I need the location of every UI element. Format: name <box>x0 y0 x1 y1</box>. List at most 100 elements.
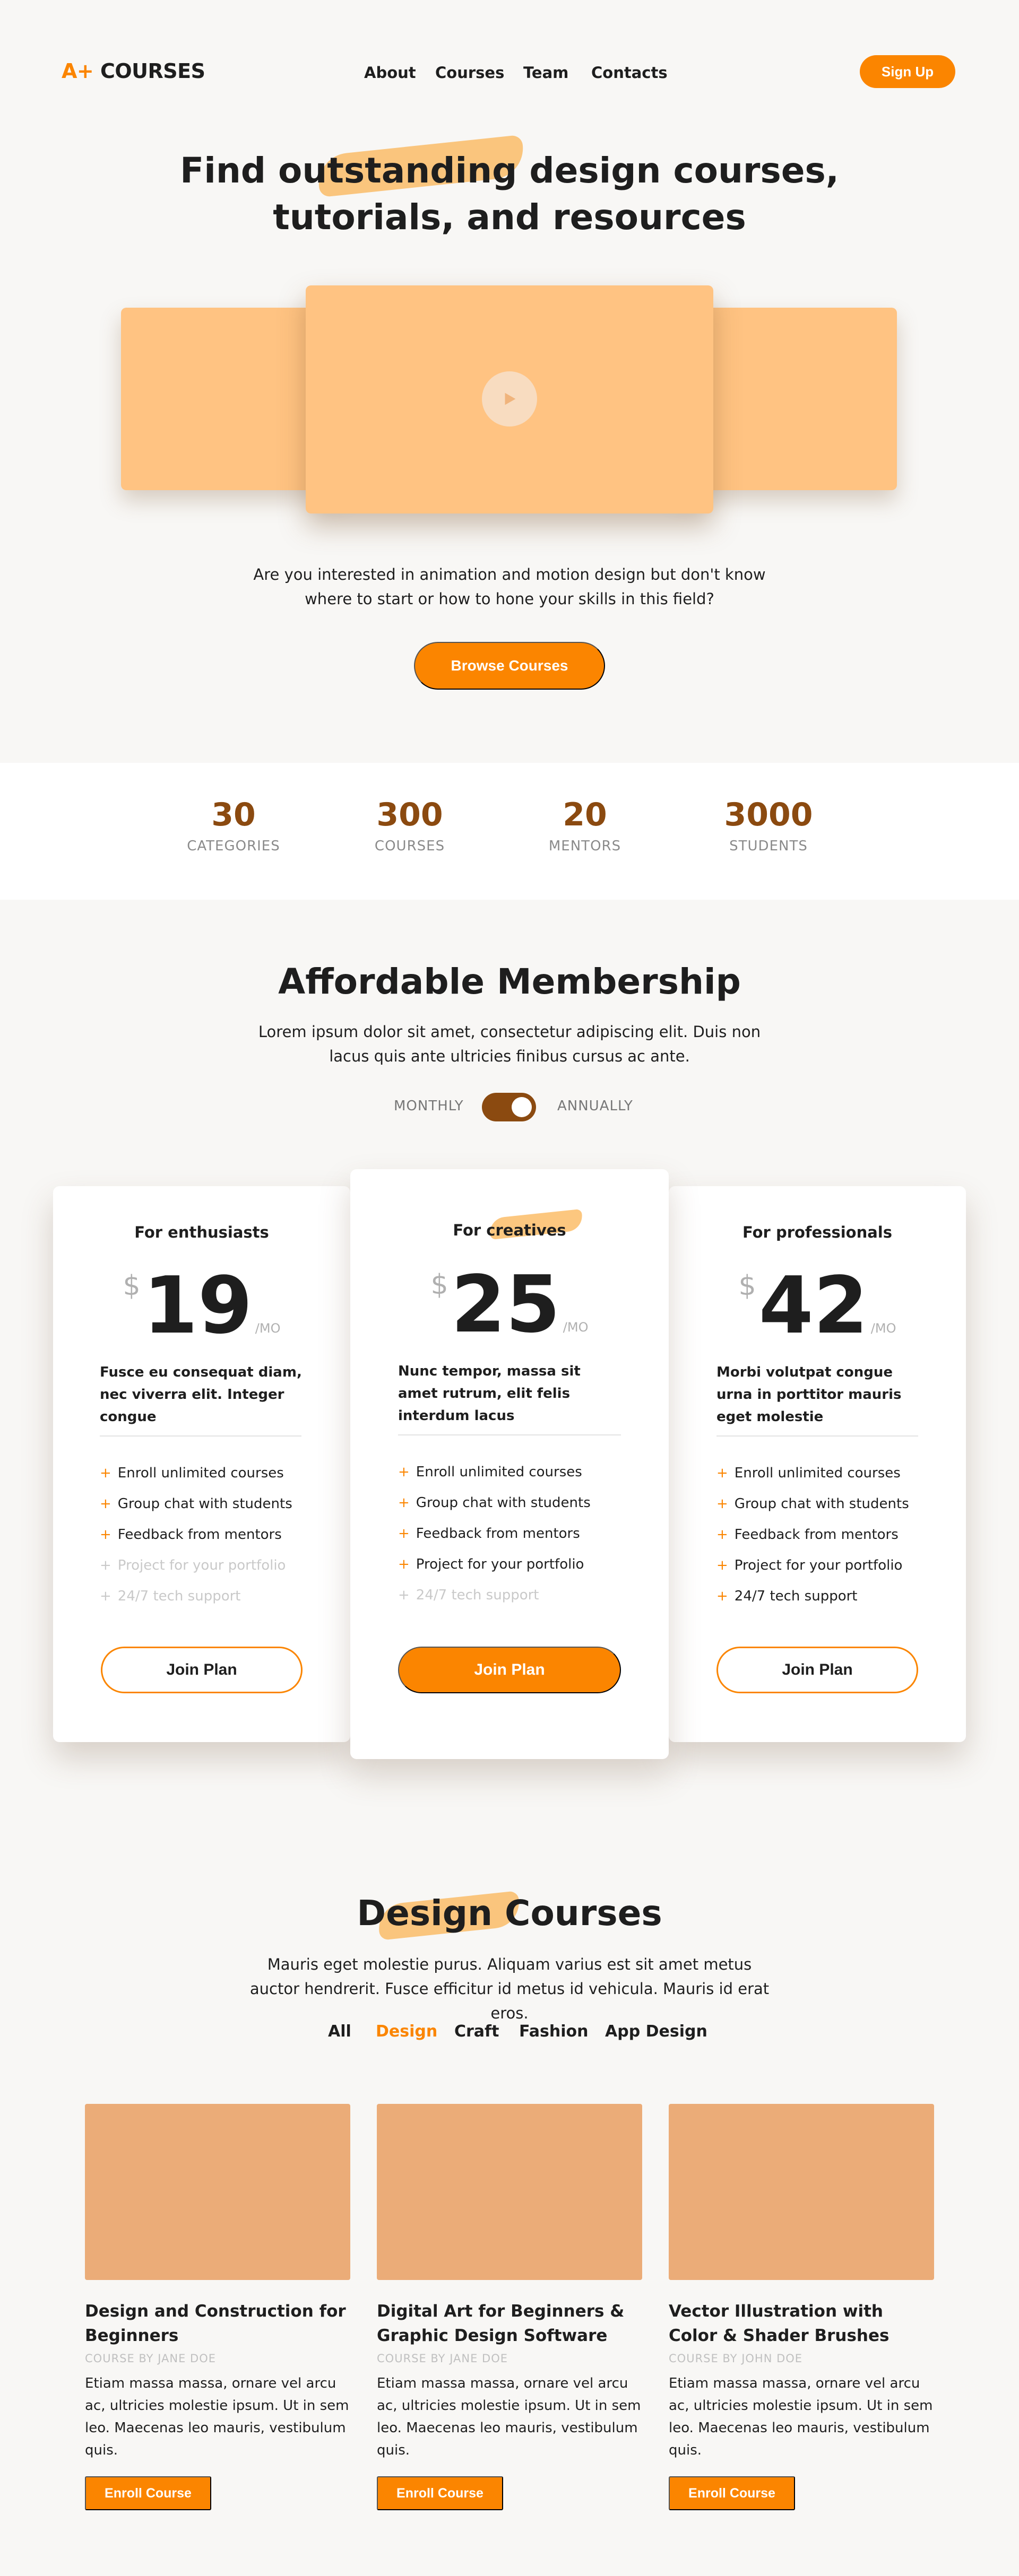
plan-feature-list: + Enroll unlimited courses + Group chat wi… <box>716 1458 909 1612</box>
feature-item: + Feedback from mentors <box>100 1519 292 1550</box>
plan-audience-text: For enthusiasts <box>134 1223 269 1241</box>
plan-divider <box>398 1434 621 1435</box>
feature-text: Group chat with students <box>117 1496 292 1512</box>
course-thumbnail[interactable] <box>377 2104 642 2280</box>
stat-value: 3000 <box>724 796 813 833</box>
feature-item: + Project for your portfolio <box>398 1549 591 1580</box>
price-amount: 25 <box>451 1259 560 1350</box>
enroll-course-button[interactable]: Enroll Course <box>85 2476 211 2510</box>
join-plan-button[interactable]: Join Plan <box>716 1647 918 1693</box>
plan-price: $ 25 /MO <box>350 1265 669 1344</box>
course-title[interactable]: Design and Construction for Beginners <box>85 2299 350 2348</box>
feature-item-disabled: +24/7 tech support <box>100 1581 292 1612</box>
join-plan-button-featured[interactable]: Join Plan <box>398 1647 621 1693</box>
plus-icon: + <box>100 1465 111 1481</box>
feature-text: Group chat with students <box>734 1496 909 1512</box>
nav-team[interactable]: Team <box>523 64 568 82</box>
membership-subtitle: Lorem ipsum dolor sit amet, consectetur … <box>258 1023 761 1065</box>
plus-icon: + <box>716 1496 728 1512</box>
hero-title-highlight: outstanding <box>278 150 517 191</box>
stat-value: 300 <box>376 796 443 833</box>
feature-item-disabled: + Project for your portfolio <box>100 1550 292 1581</box>
feature-item: + Feedback from mentors <box>716 1519 909 1550</box>
stat-label: STUDENTS <box>729 838 808 854</box>
plus-icon: + <box>100 1527 111 1543</box>
play-icon[interactable] <box>482 371 537 427</box>
enroll-course-button[interactable]: Enroll Course <box>669 2476 795 2510</box>
filter-craft[interactable]: Craft <box>454 2022 499 2041</box>
filter-design[interactable]: Design <box>376 2022 437 2041</box>
course-filter-tabs: All Design Craft Fashion App Design <box>0 2022 1019 2046</box>
feature-text: Enroll unlimited courses <box>117 1465 284 1481</box>
feature-item: + Enroll unlimited courses <box>716 1458 909 1489</box>
courses-title-highlight: Design <box>357 1893 493 1934</box>
stat-label: COURSES <box>374 838 445 854</box>
feature-text: 24/7 tech support <box>117 1588 241 1604</box>
hero-title-line2: tutorials, and resources <box>273 197 746 238</box>
feature-text: Feedback from mentors <box>416 1526 580 1542</box>
membership-title: Affordable Membership <box>278 961 741 1002</box>
plus-icon: + <box>398 1464 410 1480</box>
feature-item: + Enroll unlimited courses <box>100 1458 292 1489</box>
feature-item: + Group chat with students <box>398 1487 591 1518</box>
feature-text: Enroll unlimited courses <box>416 1464 582 1480</box>
plus-icon: + <box>398 1587 410 1603</box>
plan-card-enthusiasts: For enthusiasts $ 19 /MO Fusce eu conseq… <box>53 1186 350 1742</box>
course-thumbnail[interactable] <box>669 2104 934 2280</box>
nav-about[interactable]: About <box>364 64 416 82</box>
course-card: Digital Art for Beginners & Graphic Desi… <box>377 2104 642 2510</box>
course-card: Design and Construction for Beginners CO… <box>85 2104 350 2510</box>
course-thumbnail[interactable] <box>85 2104 350 2280</box>
feature-text: 24/7 tech support <box>734 1588 858 1604</box>
plus-icon: + <box>398 1556 410 1572</box>
currency-symbol: $ <box>123 1270 141 1302</box>
plan-audience-text: For professionals <box>742 1223 893 1241</box>
feature-text: Enroll unlimited courses <box>734 1465 901 1481</box>
stat-courses: 300 COURSES <box>330 796 489 854</box>
billing-toggle-switch[interactable] <box>482 1093 536 1121</box>
plan-audience: For enthusiasts <box>53 1223 350 1241</box>
feature-item-disabled: +24/7 tech support <box>398 1580 591 1611</box>
feature-item: + Feedback from mentors <box>398 1518 591 1549</box>
plan-card-creatives: For creatives $ 25 /MO Nunc tempor, mass… <box>350 1169 669 1759</box>
video-preview-main[interactable] <box>306 285 713 514</box>
feature-text: Project for your portfolio <box>416 1556 584 1572</box>
feature-item: + Project for your portfolio <box>716 1550 909 1581</box>
plus-icon: + <box>716 1588 728 1604</box>
toggle-label-monthly[interactable]: MONTHLY <box>394 1098 464 1114</box>
course-author: COURSE BY JANE DOE <box>377 2352 508 2365</box>
course-title[interactable]: Vector Illustration with Color & Shader … <box>669 2299 934 2348</box>
plan-audience-highlight: creatives <box>486 1221 566 1239</box>
currency-symbol: $ <box>430 1269 448 1301</box>
course-author: COURSE BY JOHN DOE <box>669 2352 803 2365</box>
plan-card-professionals: For professionals $ 42 /MO Morbi volutpa… <box>669 1186 966 1742</box>
courses-subtitle: Mauris eget molestie purus. Aliquam vari… <box>249 1955 770 2022</box>
stat-categories: 30 CATEGORIES <box>154 796 313 854</box>
signup-button[interactable]: Sign Up <box>860 55 955 88</box>
stat-students: 3000 STUDENTS <box>689 796 848 854</box>
feature-item: + Enroll unlimited courses <box>398 1457 591 1487</box>
toggle-label-annually[interactable]: ANNUALLY <box>557 1098 633 1114</box>
enroll-course-button[interactable]: Enroll Course <box>377 2476 503 2510</box>
stats-bar: 30 CATEGORIES 300 COURSES 20 MENTORS 300… <box>0 763 1019 900</box>
price-period: /MO <box>255 1321 281 1336</box>
nav-contacts[interactable]: Contacts <box>591 64 668 82</box>
page: A+ COURSES About Courses Team Contacts S… <box>0 0 1019 2576</box>
filter-app-design[interactable]: App Design <box>605 2022 707 2041</box>
join-plan-button[interactable]: Join Plan <box>101 1647 303 1693</box>
filter-fashion[interactable]: Fashion <box>519 2022 588 2041</box>
filter-all[interactable]: All <box>328 2022 351 2041</box>
course-description: Etiam massa massa, ornare vel arcu ac, u… <box>669 2375 933 2458</box>
plan-divider <box>100 1435 301 1437</box>
hero-title-part-a: Find <box>180 150 279 191</box>
course-description: Etiam massa massa, ornare vel arcu ac, u… <box>377 2375 641 2458</box>
plan-feature-list: + Enroll unlimited courses + Group chat wi… <box>100 1458 292 1612</box>
currency-symbol: $ <box>738 1270 756 1302</box>
feature-text: Group chat with students <box>416 1495 591 1511</box>
browse-courses-button[interactable]: Browse Courses <box>414 642 605 690</box>
nav-courses[interactable]: Courses <box>435 64 504 82</box>
hero-title-part-b: design courses, <box>517 150 839 191</box>
course-title[interactable]: Digital Art for Beginners & Graphic Desi… <box>377 2299 642 2348</box>
plan-audience: For professionals <box>669 1223 966 1241</box>
course-description: Etiam massa massa, ornare vel arcu ac, u… <box>85 2375 349 2458</box>
